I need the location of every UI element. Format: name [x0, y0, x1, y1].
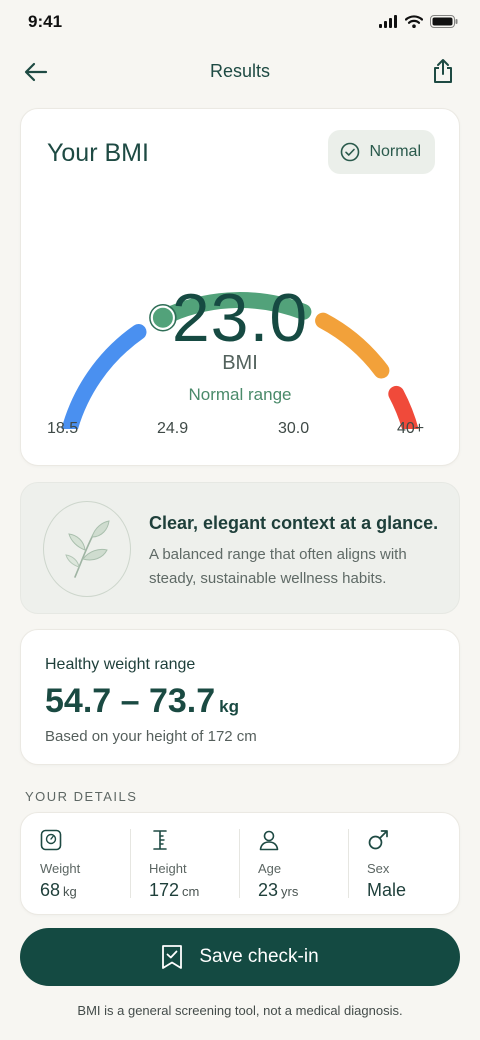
leaf-illustration — [43, 501, 131, 597]
detail-label: Height — [149, 861, 187, 876]
battery-icon — [430, 15, 458, 28]
details-card: Weight 68 kg Height 172 cm Age 23 yrs Sex — [20, 812, 460, 915]
share-button[interactable] — [426, 54, 460, 88]
detail-value: 23 yrs — [258, 880, 298, 901]
context-title: Clear, elegant context at a glance. — [149, 513, 439, 533]
detail-label: Age — [258, 861, 282, 876]
healthy-weight-unit: kg — [219, 697, 239, 716]
healthy-weight-note: Based on your height of 172 cm — [45, 728, 257, 745]
scale-icon — [40, 829, 62, 851]
height-icon — [153, 830, 167, 850]
save-check-in-button[interactable]: Save check-in — [20, 928, 460, 986]
gauge-tick-label: 30.0 — [278, 420, 310, 437]
share-icon — [434, 59, 452, 83]
bmi-card: Your BMI Normal 23.0 BMI Normal range 18… — [20, 108, 460, 466]
healthy-weight-card: Healthy weight range 54.7 – 73.7 kg Based… — [20, 629, 460, 765]
nav-bar: Results — [0, 50, 480, 94]
details-heading: YOUR DETAILS — [25, 789, 138, 804]
bmi-value: 23.0 — [171, 280, 309, 356]
bmi-gauge — [61, 292, 419, 429]
detail-unit: kg — [63, 884, 77, 899]
status-bar: 9:41 — [0, 0, 480, 44]
male-icon — [368, 830, 388, 850]
signal-icon — [379, 15, 397, 28]
detail-value-number: 68 — [40, 880, 61, 900]
detail-sex[interactable]: Sex Male — [348, 813, 457, 914]
detail-weight[interactable]: Weight 68 kg — [21, 813, 130, 914]
bookmark-check-icon — [162, 945, 183, 969]
leaf-icon — [65, 520, 110, 578]
detail-unit: cm — [182, 884, 200, 899]
detail-value-number: Male — [367, 880, 407, 900]
gauge-tick-label: 24.9 — [157, 420, 189, 437]
detail-label: Sex — [367, 861, 390, 876]
disclaimer: BMI is a general screening tool, not a m… — [77, 1003, 403, 1018]
gauge-tick-label: 40+ — [397, 420, 425, 437]
gauge-tick-label: 18.5 — [47, 420, 79, 437]
person-icon — [259, 830, 279, 851]
detail-unit: yrs — [281, 884, 299, 899]
detail-value: 172 cm — [149, 880, 199, 901]
detail-value-number: 172 — [149, 880, 180, 900]
page-title: Results — [209, 61, 271, 81]
detail-value: 68 kg — [40, 880, 77, 901]
context-card: Clear, elegant context at a glance. A ba… — [20, 482, 460, 614]
healthy-weight-title: Healthy weight range — [45, 656, 196, 673]
healthy-weight-value: 54.7 – 73.7 kg — [45, 682, 239, 721]
detail-label: Weight — [40, 861, 81, 876]
healthy-weight-range: 54.7 – 73.7 — [45, 682, 216, 720]
bmi-unit: BMI — [222, 352, 258, 374]
detail-age[interactable]: Age 23 yrs — [239, 813, 348, 914]
save-button-label: Save check-in — [199, 946, 319, 967]
detail-value-number: 23 — [258, 880, 279, 900]
wifi-icon — [405, 15, 423, 28]
detail-value: Male — [367, 880, 406, 901]
detail-height[interactable]: Height 172 cm — [130, 813, 239, 914]
status-icons — [379, 15, 458, 28]
bmi-range-label: Normal range — [188, 385, 292, 404]
status-time: 9:41 — [28, 12, 63, 31]
context-text: A balanced range that often aligns with … — [149, 546, 407, 587]
